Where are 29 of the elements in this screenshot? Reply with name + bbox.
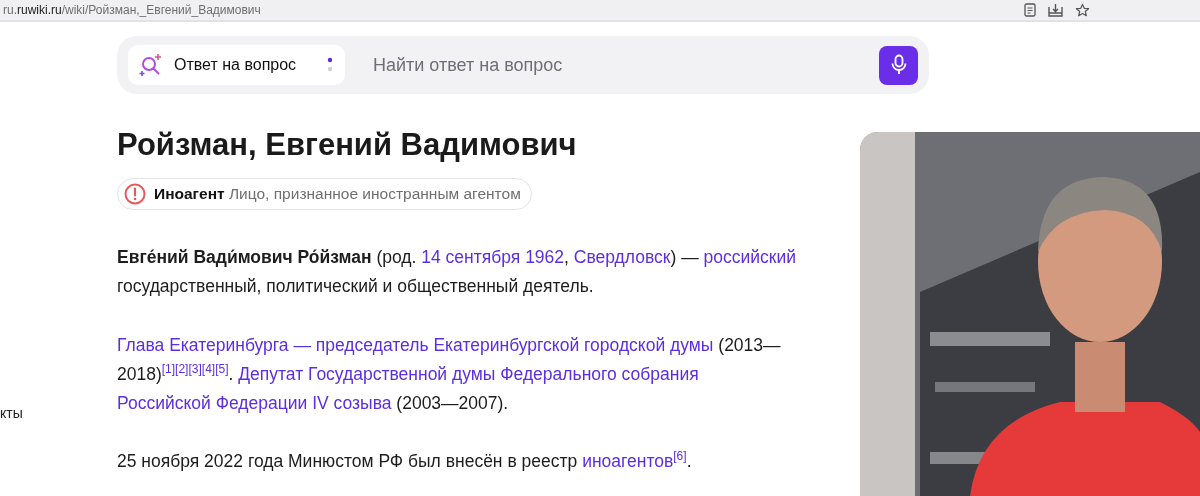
- link[interactable]: Глава Екатеринбурга — председатель Екатеринбургской городской думы: [117, 335, 714, 355]
- reference-link[interactable]: [6]: [673, 449, 687, 464]
- reference-link[interactable]: [2]: [175, 362, 189, 377]
- reference-link[interactable]: [3]: [188, 362, 202, 377]
- sidebar-link[interactable]: кты: [0, 405, 117, 421]
- reference-link[interactable]: [1]: [161, 362, 176, 377]
- link[interactable]: российский: [703, 247, 796, 267]
- mode-selector[interactable]: Ответ на вопрос: [128, 45, 345, 85]
- paragraph: Евге́ний Вади́мович Ро́йзман (род. 14 сентября 1962, Свердловск) — российский государственный, политический и общественный деятель.: [117, 246, 797, 298]
- article-title: Ройзман, Евгений Вадимович: [117, 126, 578, 164]
- link[interactable]: Депутат Государственной думы Федерального собрания: [238, 364, 699, 384]
- search-field[interactable]: Ответ на вопрос Найти ответ на вопрос: [117, 36, 929, 94]
- dots-icon: [327, 57, 333, 73]
- star-icon[interactable]: [1075, 2, 1090, 18]
- sparkle-search-icon: [138, 52, 164, 78]
- link[interactable]: Свердловск: [573, 247, 671, 267]
- url-text[interactable]: ru.ruwiki.ru/wiki/Ройзман,_Евгений_Вадимович: [3, 3, 261, 17]
- reference-link[interactable]: [4]: [201, 362, 216, 377]
- paragraph: 25 ноября 2022 года Минюстом РФ был внесён в реестр иноагентов$^{[6]}$.: [117, 448, 693, 473]
- download-icon[interactable]: [1048, 3, 1063, 17]
- link[interactable]: 14 сентября 1962: [421, 247, 565, 267]
- link[interactable]: иноагентов: [582, 451, 674, 471]
- reader-view-icon[interactable]: [1024, 3, 1036, 17]
- badge-text: Иноагент Лицо, признанное иностранным агентом: [154, 185, 521, 203]
- warning-icon: [124, 183, 146, 205]
- microphone-icon: [889, 54, 908, 76]
- microphone-button[interactable]: [879, 45, 918, 85]
- reference-link[interactable]: [5]: [215, 362, 229, 377]
- link[interactable]: Российской Федерации IV созыва: [117, 393, 392, 413]
